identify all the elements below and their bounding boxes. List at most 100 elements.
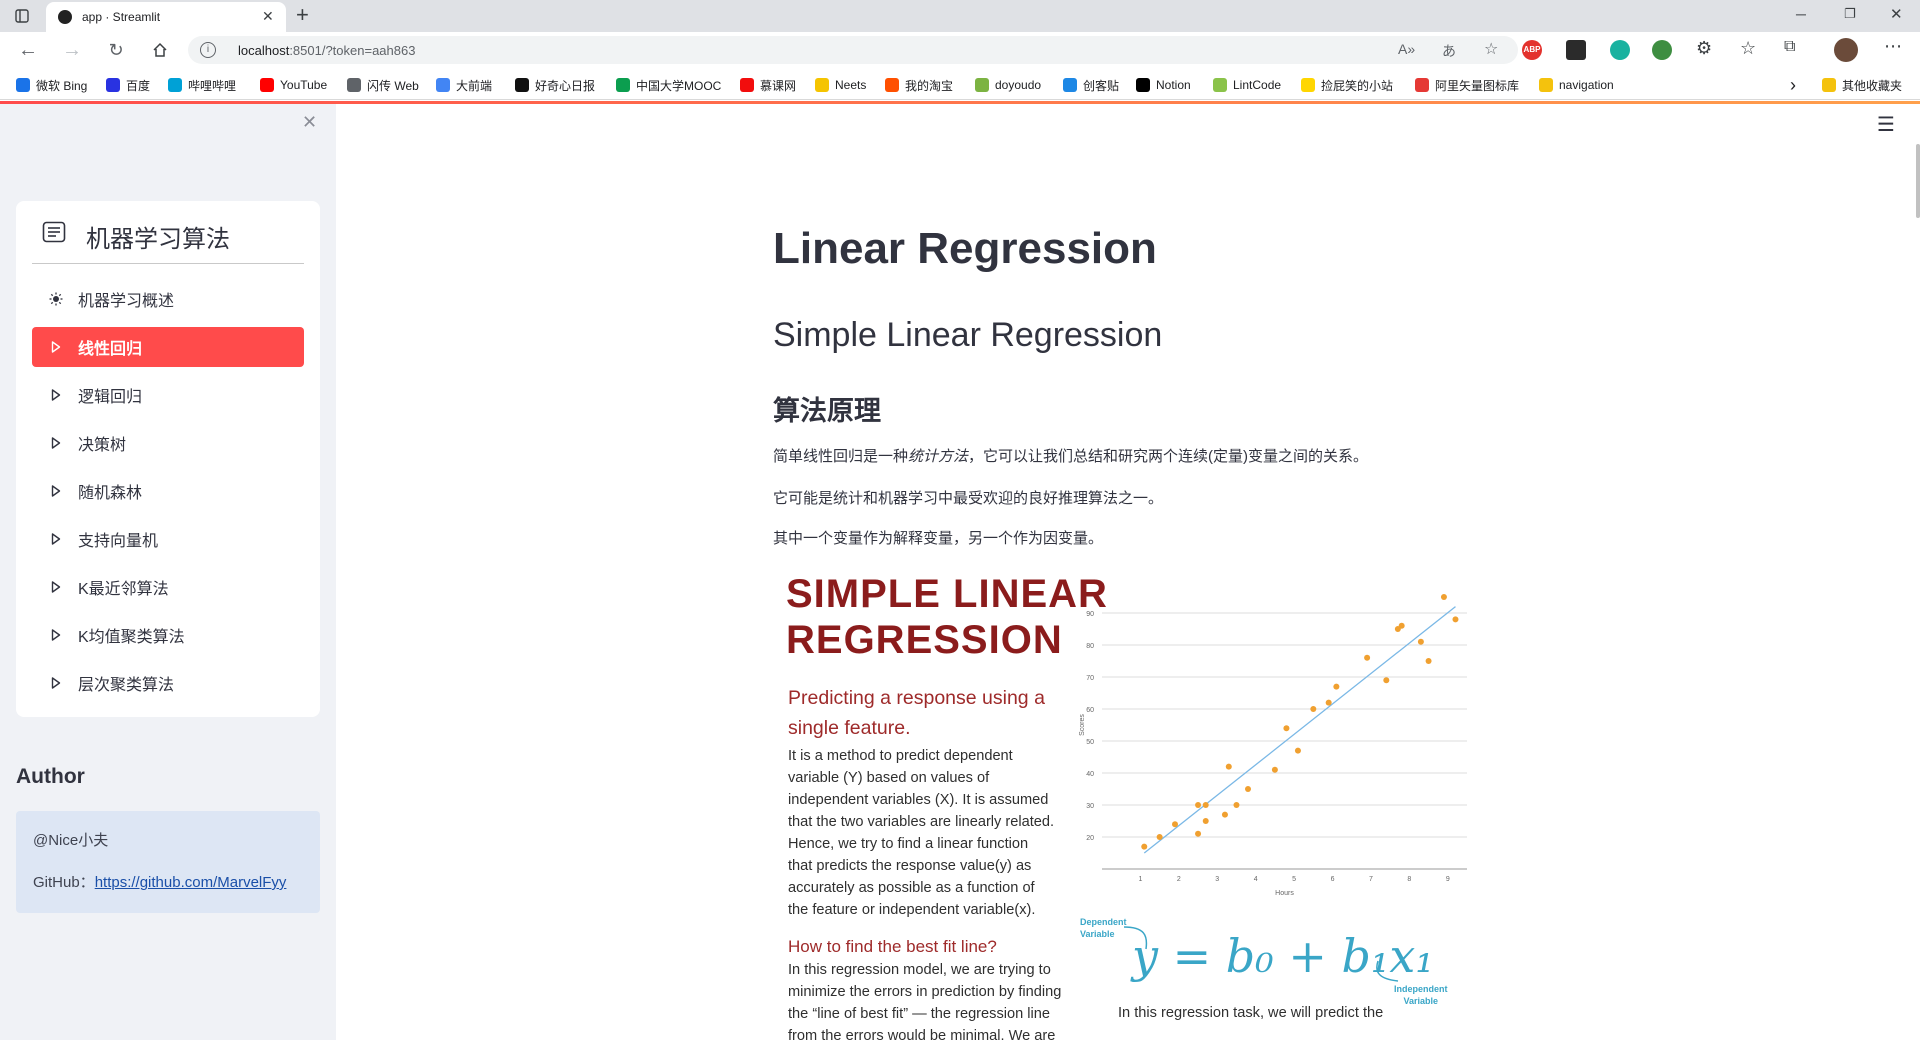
bookmark-favicon-icon xyxy=(260,78,274,92)
bookmark-item[interactable]: 慕课网 xyxy=(740,76,796,94)
caret-right-icon xyxy=(46,677,66,689)
caret-right-icon xyxy=(46,533,66,545)
minimize-icon[interactable]: ─ xyxy=(1796,6,1806,22)
bookmark-item[interactable]: 好奇心日报 xyxy=(515,76,595,94)
y-tick-label: 90 xyxy=(1086,611,1094,618)
section-heading: 算法原理 xyxy=(773,396,881,426)
bookmark-item[interactable]: LintCode xyxy=(1213,76,1281,94)
bookmark-item[interactable]: navigation xyxy=(1539,76,1614,94)
figure-subtitle-line2: single feature. xyxy=(788,717,911,739)
bookmark-favicon-icon xyxy=(1063,78,1077,92)
profile-avatar[interactable] xyxy=(1834,38,1858,62)
github-link[interactable]: https://github.com/MarvelFyy xyxy=(95,874,287,891)
other-bookmarks[interactable]: 其他收藏夹 xyxy=(1822,76,1902,94)
bookmark-label: 慕课网 xyxy=(760,78,797,93)
extension-4-icon[interactable] xyxy=(1652,40,1672,60)
figure-title-line1: SIMPLE LINEAR xyxy=(786,572,1108,616)
translate-icon[interactable]: あ xyxy=(1442,41,1456,61)
favorite-star-icon[interactable]: ☆ xyxy=(1484,39,1498,59)
info-icon[interactable]: i xyxy=(200,42,216,58)
data-point xyxy=(1452,616,1459,623)
back-icon[interactable]: ← xyxy=(16,38,40,62)
bookmark-favicon-icon xyxy=(106,78,120,92)
address-bar[interactable]: i localhost:8501/?token=aah863 A» あ ☆ xyxy=(188,36,1518,64)
bookmark-item[interactable]: 我的淘宝 xyxy=(885,76,953,94)
menu-item[interactable]: 逻辑回归 xyxy=(32,375,304,415)
forward-icon[interactable]: → xyxy=(60,38,84,62)
figure-subtitle: Predicting a response using a single feat… xyxy=(788,683,1045,743)
equation-equals: = xyxy=(1172,929,1212,983)
x-tick-label: 9 xyxy=(1446,876,1450,883)
sidebar-close-icon[interactable]: ✕ xyxy=(302,112,317,133)
bookmark-favicon-icon xyxy=(436,78,450,92)
tab-close-icon[interactable]: ✕ xyxy=(262,8,274,25)
equation-b0: b₀ xyxy=(1225,929,1274,983)
sidebar: ✕ 机器学习算法 机器学习概述 线性回归 逻辑回归 决策树 随机森林 支持向量机 K最近邻算… xyxy=(0,104,336,1040)
hamburger-menu-icon[interactable]: ☰ xyxy=(1877,112,1895,137)
adblock-extension-icon[interactable]: ABP xyxy=(1522,40,1542,60)
scrollbar-thumb[interactable] xyxy=(1916,144,1920,218)
favorites-icon[interactable]: ☆ xyxy=(1740,38,1756,59)
window-close-icon[interactable]: ✕ xyxy=(1890,5,1903,23)
bookmark-item[interactable]: 大前端 xyxy=(436,76,492,94)
bookmark-label: navigation xyxy=(1559,78,1614,92)
menu-item-label: K最近邻算法 xyxy=(78,581,169,598)
page-title: Linear Regression xyxy=(773,224,1157,273)
menu-item[interactable]: K均值聚类算法 xyxy=(32,615,304,655)
indep-label-line1: Independent xyxy=(1394,984,1448,994)
figure-question-line: from the errors would be minimal. We are xyxy=(788,1028,1056,1040)
github-line: GitHub：https://github.com/MarvelFyy xyxy=(33,871,286,892)
bookmark-item[interactable]: 闪传 Web xyxy=(347,76,419,94)
tab-actions-icon[interactable] xyxy=(10,4,34,28)
other-bookmarks-label: 其他收藏夹 xyxy=(1842,78,1903,93)
bookmark-item[interactable]: 创客贴 xyxy=(1063,76,1119,94)
y-tick-label: 50 xyxy=(1086,739,1094,746)
restore-icon[interactable]: ❐ xyxy=(1844,6,1856,22)
data-point xyxy=(1364,654,1371,661)
x-tick-label: 2 xyxy=(1177,876,1181,883)
extension-2-icon[interactable] xyxy=(1566,40,1586,60)
bookmark-item[interactable]: 百度 xyxy=(106,76,150,94)
menu-item[interactable]: K最近邻算法 xyxy=(32,567,304,607)
data-point xyxy=(1398,622,1405,629)
menu-item[interactable]: 线性回归 xyxy=(32,327,304,367)
new-tab-icon[interactable]: + xyxy=(296,3,309,27)
extension-3-icon[interactable] xyxy=(1610,40,1630,60)
bookmark-favicon-icon xyxy=(16,78,30,92)
bookmark-favicon-icon xyxy=(740,78,754,92)
bookmark-item[interactable]: 中国大学MOOC xyxy=(616,76,721,94)
bookmark-item[interactable]: YouTube xyxy=(260,76,327,94)
menu-item[interactable]: 支持向量机 xyxy=(32,519,304,559)
bookmark-favicon-icon xyxy=(347,78,361,92)
bookmark-item[interactable]: 阿里矢量图标库 xyxy=(1415,76,1519,94)
collections-icon[interactable]: ⧉ xyxy=(1784,38,1795,56)
streamlit-favicon-icon xyxy=(58,10,72,24)
bookmark-item[interactable]: 微软 Bing xyxy=(16,76,87,94)
figure-question-text: In this regression model, we are trying … xyxy=(788,959,1061,1040)
bookmark-item[interactable]: 捡屁笑的小站 xyxy=(1301,76,1393,94)
extensions-icon[interactable]: ⚙ xyxy=(1696,38,1712,59)
read-aloud-icon[interactable]: A» xyxy=(1398,41,1415,57)
home-icon[interactable] xyxy=(148,38,172,62)
figure-question-line: minimize the errors in prediction by fin… xyxy=(788,984,1062,1000)
menu-item[interactable]: 决策树 xyxy=(32,423,304,463)
browser-tab[interactable]: app · Streamlit ✕ xyxy=(46,2,286,32)
bookmark-item[interactable]: Neets xyxy=(815,76,866,94)
menu-item[interactable]: 随机森林 xyxy=(32,471,304,511)
caret-right-icon xyxy=(46,485,66,497)
x-tick-label: 7 xyxy=(1369,876,1373,883)
bookmark-item[interactable]: Notion xyxy=(1136,76,1191,94)
figure-bottom-text: In this regression task, we will predict… xyxy=(1118,1005,1384,1021)
bookmarks-overflow-icon[interactable]: › xyxy=(1790,75,1796,95)
refresh-icon[interactable]: ↻ xyxy=(104,38,128,62)
bookmark-item[interactable]: doyoudo xyxy=(975,76,1041,94)
menu-item[interactable]: 层次聚类算法 xyxy=(32,663,304,703)
bookmark-label: Neets xyxy=(835,78,867,92)
data-point xyxy=(1283,725,1290,732)
data-point xyxy=(1383,677,1390,684)
menu-item[interactable]: 机器学习概述 xyxy=(32,279,304,319)
figure-body-line: independent variables (X). It is assumed xyxy=(788,792,1049,808)
bookmark-item[interactable]: 哔哩哔哩 xyxy=(168,76,236,94)
figure-body-line: that predicts the response value(y) as xyxy=(788,858,1032,874)
browser-menu-icon[interactable]: ⋯ xyxy=(1884,36,1902,57)
